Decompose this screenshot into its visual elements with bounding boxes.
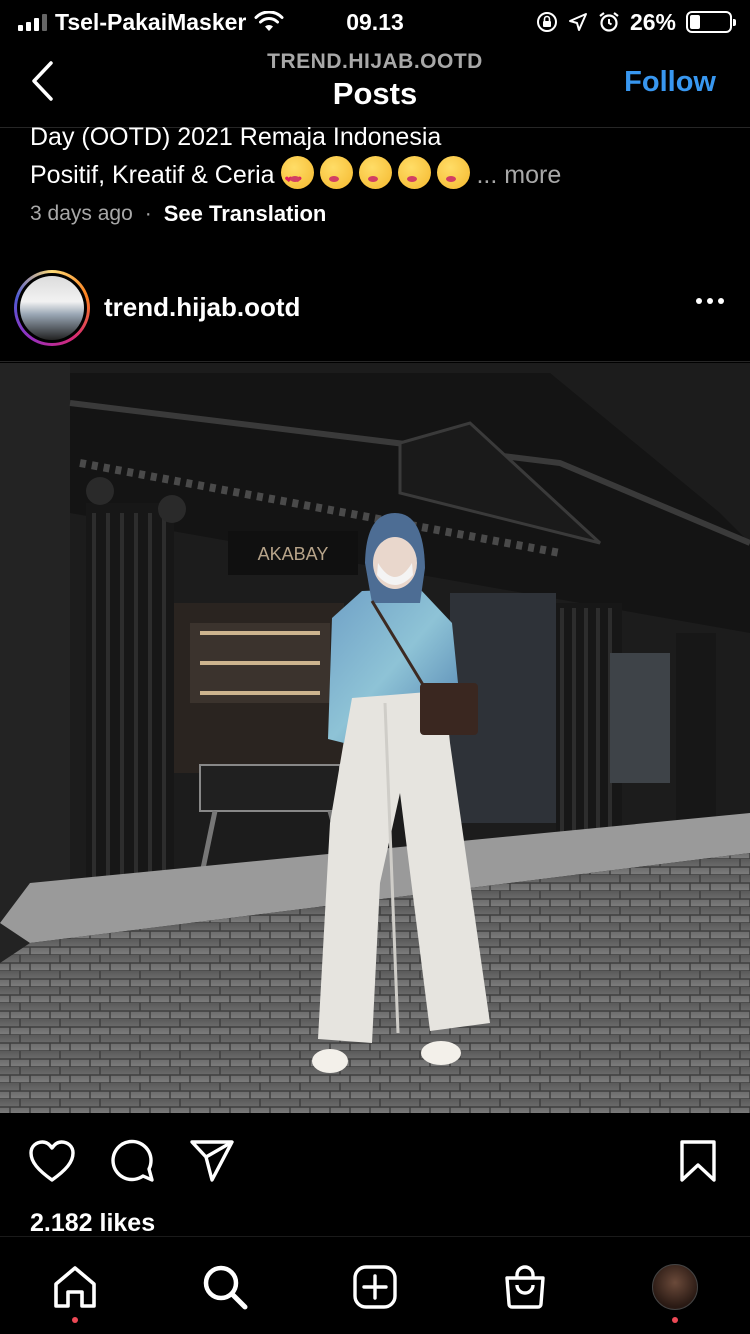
tab-profile[interactable] [649,1261,701,1323]
post-username[interactable]: trend.hijab.ootd [104,292,300,323]
tab-shop[interactable] [499,1261,551,1313]
follow-button[interactable]: Follow [624,66,716,99]
kiss-emoji-icon [359,156,393,189]
nav-header: TREND.HIJAB.OOTD Posts Follow [0,44,750,128]
post-actions [0,1135,750,1191]
home-icon [54,1266,96,1308]
notification-dot [672,1317,678,1323]
wifi-icon [254,11,284,31]
comment-icon [111,1139,154,1182]
battery-fill [690,15,700,29]
see-translation-link[interactable]: See Translation [164,201,327,227]
plus-square-icon [353,1265,397,1309]
post-photo[interactable]: AKABAY [0,363,750,1113]
status-bar: Tsel-PakaiMasker 09.13 26% [0,0,750,44]
caption-line-1: Day (OOTD) 2021 Remaja Indonesia [30,123,442,151]
store-sign-text: AKABAY [258,544,329,564]
caption-text: Positif, Kreatif & Ceria [30,161,275,189]
search-icon [203,1265,248,1310]
post-timestamp: 3 days ago [30,202,133,225]
kiss-emoji-icon [320,156,354,189]
orientation-lock-icon [536,12,557,32]
alarm-icon [599,12,619,32]
cellular-signal-icon [18,13,47,31]
avatar[interactable] [14,270,90,346]
caption-line-2: Positif, Kreatif & Ceria ... more [30,156,730,200]
heart-icon [29,1140,75,1182]
battery-percent: 26% [629,8,676,35]
caption-more-link[interactable]: ... more [476,161,561,189]
post-meta: 3 days ago · See Translation [30,201,326,227]
profile-avatar [652,1264,698,1310]
carrier-name: Tsel-PakaiMasker [55,8,247,35]
save-button[interactable] [672,1135,724,1187]
comment-button[interactable] [106,1135,158,1187]
likes-count[interactable]: 2.182 likes [30,1209,155,1238]
like-button[interactable] [26,1135,78,1187]
shopping-bag-icon [505,1265,545,1309]
more-horizontal-icon[interactable] [696,298,724,304]
tab-search[interactable] [199,1261,251,1313]
share-button[interactable] [186,1135,238,1187]
notification-dot [72,1317,78,1323]
post-caption: Day (OOTD) 2021 Remaja Indonesia Positif… [30,118,730,200]
send-icon [190,1140,234,1182]
meta-separator: · [144,202,152,225]
post-header: trend.hijab.ootd [0,270,750,362]
kiss-emoji-icon [437,156,471,189]
location-icon [568,13,587,31]
kiss-emoji-icon [398,156,432,189]
post-image: AKABAY [0,363,750,1113]
tab-home[interactable] [49,1261,101,1323]
avatar-image [20,276,84,340]
heart-eyes-emoji-icon [281,156,315,200]
bottom-tab-bar [0,1236,750,1334]
bookmark-icon [680,1140,716,1182]
battery-icon [686,11,736,33]
tab-create[interactable] [349,1261,401,1313]
